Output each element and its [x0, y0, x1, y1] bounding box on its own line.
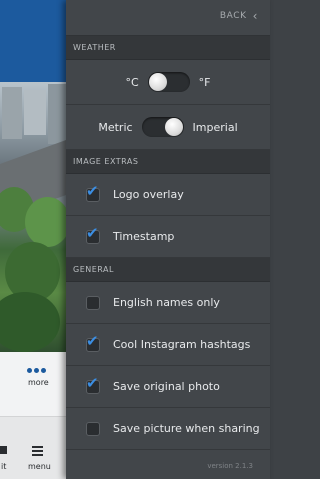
section-image-extras: IMAGE EXTRAS — [66, 150, 270, 174]
back-button[interactable]: BACK ‹ — [219, 8, 258, 23]
option-logo-overlay[interactable]: ✔ Logo overlay — [66, 174, 270, 216]
fahrenheit-label: °F — [198, 75, 211, 89]
background-app: more it menu — [0, 0, 66, 479]
checkbox[interactable]: ✔ — [86, 375, 100, 394]
menu-label[interactable]: menu — [28, 462, 51, 471]
partial-tab-label[interactable]: it — [1, 462, 6, 471]
units-toggle-row: Metric Imperial — [66, 105, 270, 150]
checkbox[interactable] — [86, 295, 100, 310]
temperature-toggle[interactable] — [147, 72, 190, 92]
checkbox[interactable]: ✔ — [86, 225, 100, 244]
panel-topbar: BACK ‹ — [66, 0, 270, 36]
metric-label: Metric — [98, 120, 133, 134]
option-label: Timestamp — [113, 230, 175, 243]
option-label: Save original photo — [113, 380, 220, 393]
settings-panel: BACK ‹ WEATHER °C °F Metric Imperial IMA… — [66, 0, 270, 479]
checkbox[interactable]: ✔ — [86, 183, 100, 202]
street-photo — [0, 82, 66, 352]
option-label: Save picture when sharing — [113, 422, 260, 435]
toggle-knob — [164, 118, 183, 136]
checkmark-icon: ✔ — [86, 181, 99, 200]
option-label: English names only — [113, 296, 220, 309]
option-instagram-hashtags[interactable]: ✔ Cool Instagram hashtags — [66, 324, 270, 366]
celsius-label: °C — [125, 75, 139, 89]
app-header — [0, 0, 66, 82]
version-label: version 2.1.3 — [207, 462, 253, 470]
option-timestamp[interactable]: ✔ Timestamp — [66, 216, 270, 258]
imperial-label: Imperial — [192, 120, 238, 134]
option-label: Logo overlay — [113, 188, 184, 201]
toggle-knob — [148, 73, 167, 91]
section-weather: WEATHER — [66, 36, 270, 60]
units-toggle[interactable] — [141, 117, 184, 137]
checkmark-icon: ✔ — [86, 373, 99, 392]
section-general: GENERAL — [66, 258, 270, 282]
chevron-left-icon: ‹ — [252, 8, 258, 23]
checkmark-icon: ✔ — [86, 223, 99, 242]
option-label: Cool Instagram hashtags — [113, 338, 251, 351]
option-save-when-sharing[interactable]: Save picture when sharing — [66, 408, 270, 450]
temperature-toggle-row: °C °F — [66, 60, 270, 105]
option-english-names[interactable]: English names only — [66, 282, 270, 324]
menu-icon[interactable] — [32, 446, 43, 458]
more-label[interactable]: more — [28, 378, 49, 387]
partial-tab-icon — [0, 446, 7, 454]
checkbox[interactable] — [86, 421, 100, 436]
checkmark-icon: ✔ — [86, 331, 99, 350]
option-save-original[interactable]: ✔ Save original photo — [66, 366, 270, 408]
checkbox[interactable]: ✔ — [86, 333, 100, 352]
more-icon[interactable] — [27, 368, 46, 373]
back-label: BACK — [219, 11, 247, 21]
